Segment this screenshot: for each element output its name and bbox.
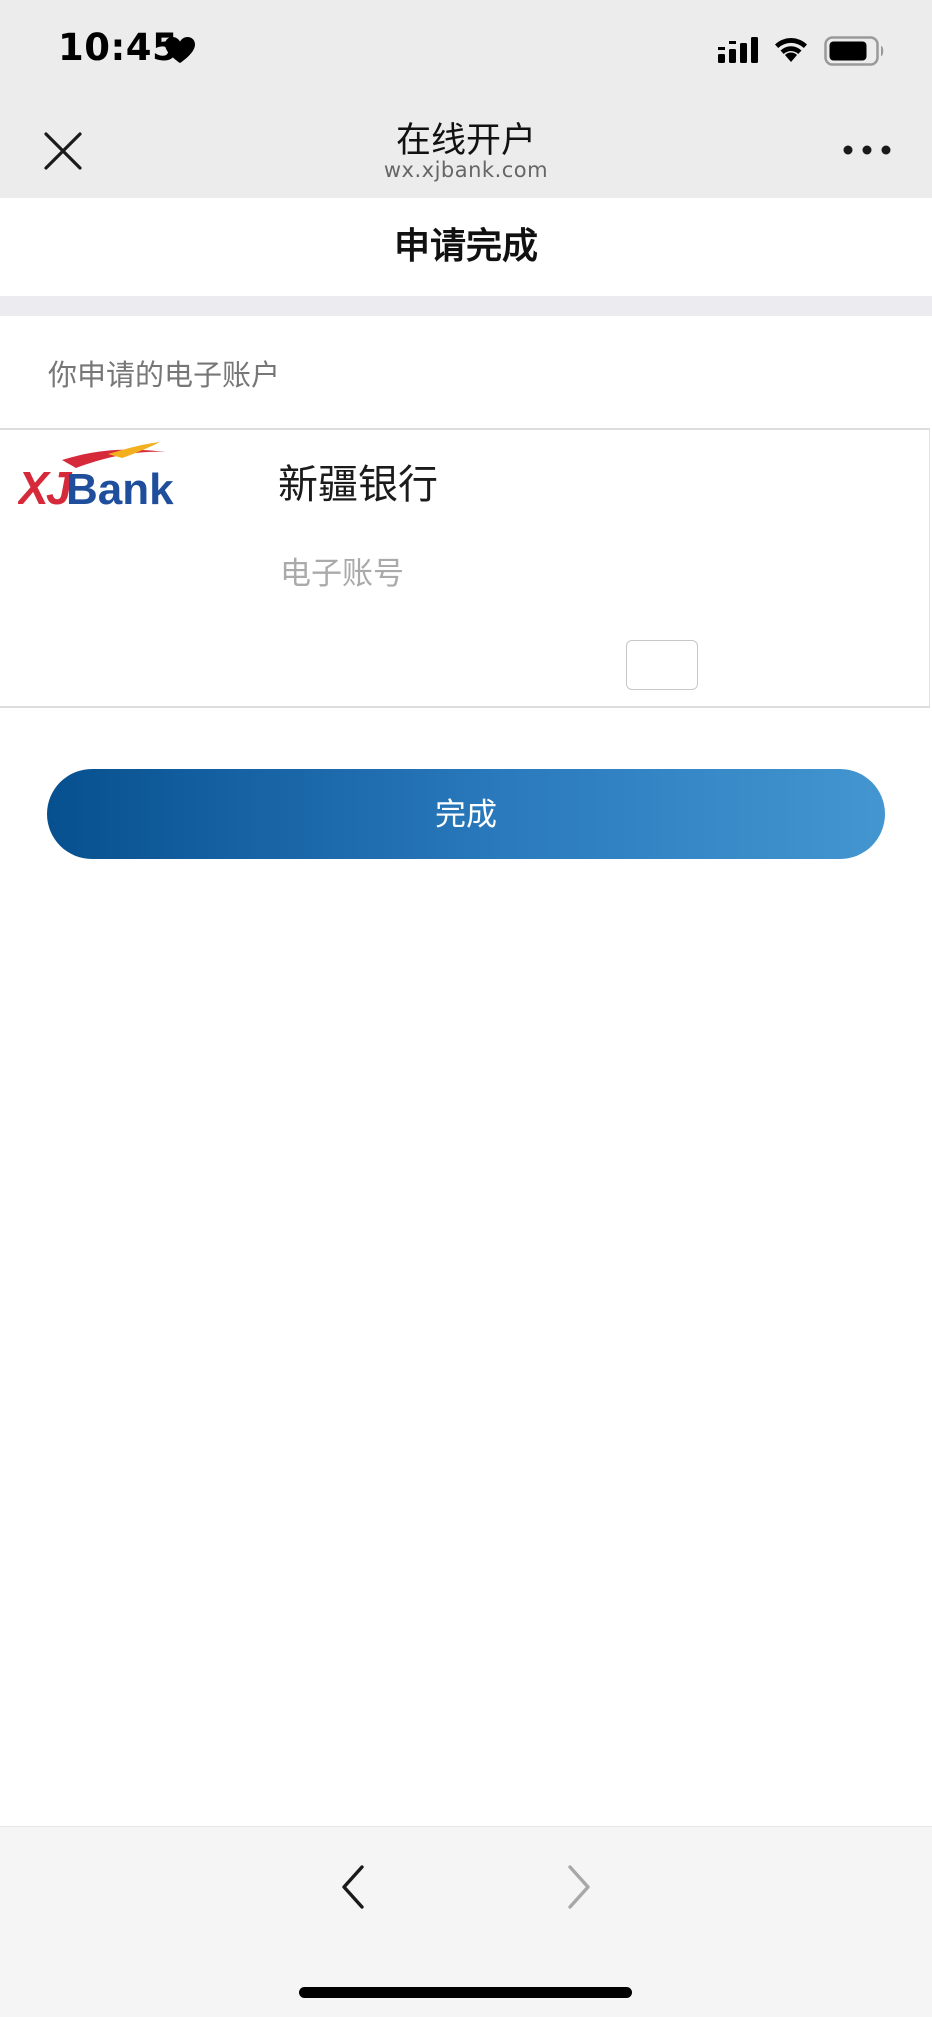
svg-text:Bank: Bank [66, 465, 174, 512]
bank-name: 新疆银行 [278, 462, 438, 508]
cellular-signal-icon [718, 37, 758, 63]
nav-url: wx.xjbank.com [383, 158, 549, 182]
status-bar: 10:45 [0, 0, 932, 100]
chevron-left-icon[interactable] [338, 1863, 368, 1911]
page-title: 申请完成 [0, 198, 932, 296]
status-time: 10:45 [58, 26, 179, 69]
battery-icon [824, 36, 884, 66]
home-indicator [299, 1987, 632, 1998]
section-label: 你申请的电子账户 [48, 358, 281, 392]
more-icon[interactable] [842, 140, 892, 160]
heart-icon [165, 37, 195, 63]
nav-title: 在线开户 [395, 121, 536, 161]
chevron-right-icon[interactable] [564, 1863, 594, 1911]
finish-button[interactable]: 完成 [47, 769, 885, 859]
bank-logo: X J Bank [18, 442, 174, 512]
nav-bar: 在线开户 wx.xjbank.com [0, 100, 932, 198]
account-number-label: 电子账号 [280, 556, 404, 592]
wifi-icon [775, 38, 807, 62]
browser-bottom-bar [0, 1826, 932, 2017]
section-divider [0, 296, 932, 316]
copy-button[interactable] [626, 640, 698, 690]
account-card: X J Bank 新疆银行 电子账号 [0, 428, 930, 708]
